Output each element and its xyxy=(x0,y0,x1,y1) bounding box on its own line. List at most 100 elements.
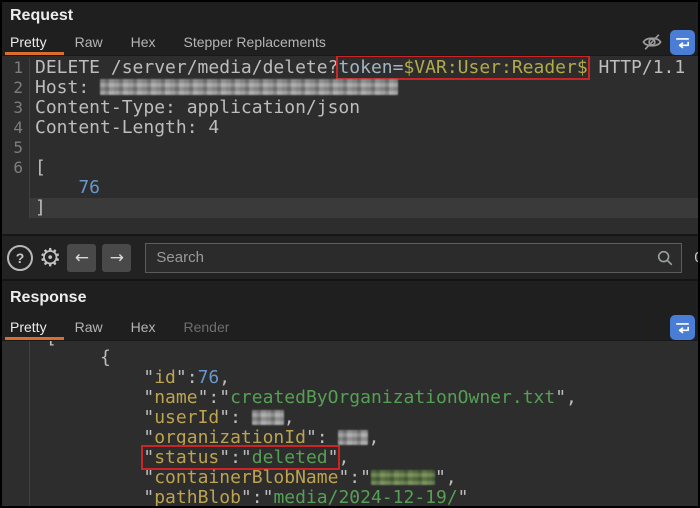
code-text: organizationId xyxy=(154,427,306,448)
newline-settings-icon[interactable] xyxy=(670,315,695,340)
code-text: ", xyxy=(555,387,577,408)
request-tabbar: Pretty Raw Hex Stepper Replacements xyxy=(2,29,698,56)
code-text: ":" xyxy=(219,447,252,468)
code-line[interactable]: { xyxy=(2,348,698,368)
search-box xyxy=(145,243,682,273)
code-text: ", xyxy=(435,467,457,488)
gear-icon[interactable]: ⚙ xyxy=(39,247,61,269)
code-content: "status":"deleted", xyxy=(30,448,698,468)
code-text: " xyxy=(35,427,154,448)
code-content: "name":"createdByOrganizationOwner.txt", xyxy=(30,388,698,408)
tab-render[interactable]: Render xyxy=(184,314,230,340)
code-text: HTTP/1.1 xyxy=(588,57,686,78)
code-line[interactable]: ] xyxy=(2,198,698,218)
code-text: " xyxy=(35,387,154,408)
code-content: Content-Length: 4 xyxy=(30,118,698,138)
tab-pretty[interactable]: Pretty xyxy=(10,29,47,55)
code-line[interactable]: 1DELETE /server/media/delete?token=$VAR:… xyxy=(2,58,698,78)
line-number xyxy=(2,408,30,428)
next-match-button[interactable]: → xyxy=(102,244,131,272)
code-text: ": xyxy=(219,407,252,428)
line-number xyxy=(2,368,30,388)
code-line[interactable]: "status":"deleted", xyxy=(2,448,698,468)
code-content: "organizationId": , xyxy=(30,428,698,448)
code-text: Content-Length: 4 xyxy=(35,117,219,138)
code-text: id xyxy=(154,367,176,388)
code-text: ":" xyxy=(338,467,371,488)
line-number: 4 xyxy=(2,118,30,138)
redacted-text xyxy=(338,430,368,445)
response-editor[interactable]: [ { "id":76, "name":"createdByOrganizati… xyxy=(2,341,698,508)
hide-items-icon[interactable] xyxy=(641,32,663,52)
code-text: 76 xyxy=(198,367,220,388)
code-content: DELETE /server/media/delete?token=$VAR:U… xyxy=(30,58,698,78)
code-line[interactable]: 76 xyxy=(2,178,698,198)
code-text: " xyxy=(35,487,154,508)
code-line[interactable]: 3Content-Type: application/json xyxy=(2,98,698,118)
code-line[interactable]: "name":"createdByOrganizationOwner.txt", xyxy=(2,388,698,408)
code-text: token= xyxy=(338,57,403,78)
line-number xyxy=(2,468,30,488)
line-number: 1 xyxy=(2,58,30,78)
code-line[interactable]: "userId": , xyxy=(2,408,698,428)
code-text: userId xyxy=(154,407,219,428)
tab-pretty[interactable]: Pretty xyxy=(10,314,47,340)
code-line[interactable]: 4Content-Length: 4 xyxy=(2,118,698,138)
code-line[interactable]: 5 xyxy=(2,138,698,158)
response-tabbar: Pretty Raw Hex Render xyxy=(2,314,698,341)
previous-match-button[interactable]: ← xyxy=(67,244,96,272)
line-number xyxy=(2,341,30,348)
line-number xyxy=(2,198,30,218)
tab-raw[interactable]: Raw xyxy=(75,29,103,55)
code-text: ":" xyxy=(241,487,274,508)
response-bar-icons xyxy=(670,314,695,340)
search-match-count: 0 m xyxy=(694,249,700,266)
code-text: ":" xyxy=(198,387,231,408)
code-line[interactable]: "pathBlob":"media/2024-12-19/" xyxy=(2,488,698,508)
tab-hex[interactable]: Hex xyxy=(131,314,156,340)
tab-stepper-replacements[interactable]: Stepper Replacements xyxy=(184,29,326,55)
code-line[interactable]: "organizationId": , xyxy=(2,428,698,448)
highlight-box: token=$VAR:User:Reader$ xyxy=(338,57,587,78)
redacted-text xyxy=(252,410,284,425)
redacted-text xyxy=(100,79,398,95)
request-bar-icons xyxy=(641,29,695,55)
code-text: " xyxy=(328,447,339,468)
code-text: " xyxy=(35,407,154,428)
line-number xyxy=(2,428,30,448)
code-line[interactable]: "id":76, xyxy=(2,368,698,388)
search-input[interactable] xyxy=(145,243,682,273)
line-number xyxy=(2,178,30,198)
code-text: ": xyxy=(306,427,339,448)
code-text: { xyxy=(35,347,111,368)
code-content: Host: xyxy=(30,78,698,98)
line-number xyxy=(2,448,30,468)
code-content: [ xyxy=(30,158,698,178)
code-line[interactable]: 6[ xyxy=(2,158,698,178)
code-text: " xyxy=(458,487,469,508)
request-tabs: Pretty Raw Hex Stepper Replacements xyxy=(2,29,326,55)
code-line[interactable]: "containerBlobName":"", xyxy=(2,468,698,488)
code-text: deleted xyxy=(252,447,328,468)
code-line[interactable]: 2Host: xyxy=(2,78,698,98)
code-content: "containerBlobName":"", xyxy=(30,468,698,488)
code-content: "pathBlob":"media/2024-12-19/" xyxy=(30,488,698,508)
help-icon[interactable]: ? xyxy=(7,245,33,271)
code-text: " xyxy=(143,447,154,468)
line-number: 3 xyxy=(2,98,30,118)
code-text: , xyxy=(284,407,295,428)
tab-raw[interactable]: Raw xyxy=(75,314,103,340)
code-text: [ xyxy=(35,157,46,178)
code-text: , xyxy=(219,367,230,388)
tab-hex[interactable]: Hex xyxy=(131,29,156,55)
code-text: , xyxy=(338,447,349,468)
http-message-viewer: Request PrettyRawHexStepper Replacements… xyxy=(0,0,700,508)
request-editor[interactable]: 1DELETE /server/media/delete?token=$VAR:… xyxy=(2,56,698,234)
newline-settings-icon[interactable] xyxy=(670,30,695,55)
code-text: createdByOrganizationOwner.txt xyxy=(230,387,555,408)
code-text: ": xyxy=(176,367,198,388)
highlight-box: "status":"deleted" xyxy=(143,447,338,468)
code-text: Host: xyxy=(35,77,100,98)
search-toolbar: ? ⚙ ← → 0 m xyxy=(2,234,698,281)
code-text xyxy=(35,447,143,468)
